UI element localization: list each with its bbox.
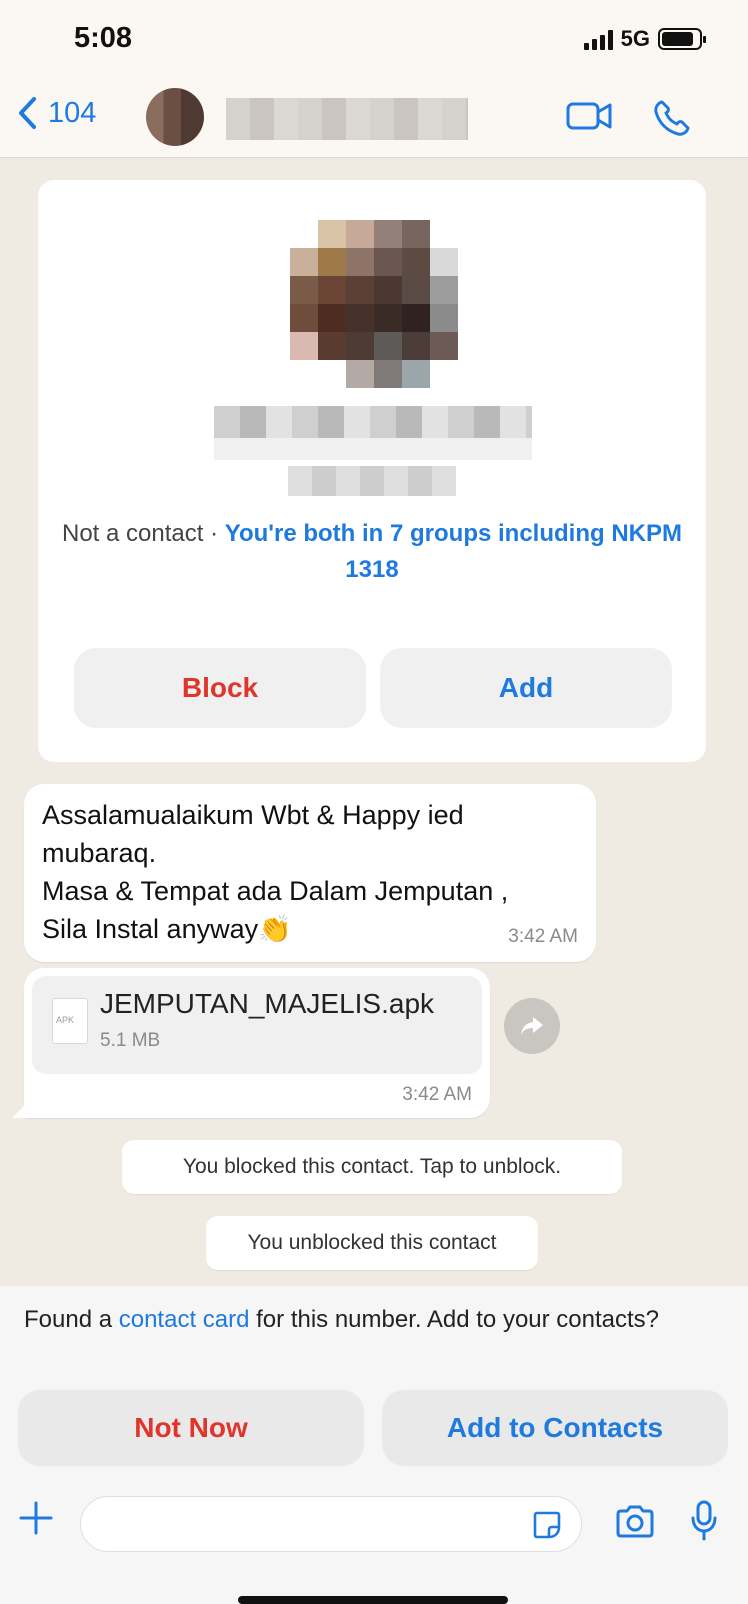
profile-name-redacted — [214, 406, 532, 438]
file-icon: APK — [52, 998, 88, 1044]
chat-header: 104 — [0, 80, 748, 158]
photo-pixel — [346, 220, 374, 248]
message-time: 3:42 AM — [508, 926, 578, 947]
photo-pixel — [290, 276, 318, 304]
photo-pixel — [290, 248, 318, 276]
file-name: JEMPUTAN_MAJELIS.apk — [100, 988, 435, 1019]
forward-button[interactable] — [504, 998, 560, 1054]
file-type-label: APK — [56, 1015, 75, 1025]
photo-pixel — [290, 360, 318, 388]
message-input[interactable] — [80, 1496, 582, 1552]
block-button[interactable]: Block — [74, 648, 366, 728]
photo-pixel — [374, 248, 402, 276]
message-bubble[interactable]: Assalamualaikum Wbt & Happy ied mubaraq.… — [24, 784, 596, 962]
contact-card-banner: Found a contact card for this number. Ad… — [0, 1286, 748, 1466]
photo-pixel — [374, 332, 402, 360]
contact-name-redacted[interactable] — [226, 98, 468, 140]
photo-pixel — [346, 248, 374, 276]
add-contact-button[interactable]: Add — [380, 648, 672, 728]
photo-pixel — [346, 304, 374, 332]
back-count: 104 — [48, 96, 97, 129]
contact-card-prompt: Found a contact card for this number. Ad… — [24, 1304, 724, 1336]
photo-pixel — [346, 276, 374, 304]
sticker-icon[interactable] — [531, 1509, 563, 1541]
separator: · — [210, 520, 219, 547]
network-label: 5G — [620, 26, 650, 51]
unblocked-notice: You unblocked this contact — [206, 1216, 538, 1270]
phone-icon[interactable] — [652, 98, 692, 138]
photo-pixel — [290, 332, 318, 360]
message-text: Assalamualaikum Wbt & Happy ied mubaraq.… — [42, 800, 509, 944]
file-attachment[interactable]: APK JEMPUTAN_MAJELIS.apk 5.1 MB — [32, 976, 482, 1074]
photo-pixel — [430, 360, 458, 388]
add-to-contacts-button[interactable]: Add to Contacts — [382, 1390, 728, 1466]
battery-icon — [658, 28, 706, 50]
profile-photo-redacted — [290, 220, 458, 388]
photo-pixel — [402, 360, 430, 388]
home-indicator — [238, 1596, 508, 1604]
banner-text-before: Found a — [24, 1306, 119, 1333]
photo-pixel — [318, 248, 346, 276]
photo-pixel — [430, 304, 458, 332]
chevron-left-icon — [19, 97, 36, 129]
photo-pixel — [402, 304, 430, 332]
status-time: 5:08 — [74, 22, 133, 54]
plus-icon[interactable] — [18, 1500, 54, 1536]
photo-pixel — [318, 304, 346, 332]
file-size: 5.1 MB — [100, 1030, 161, 1051]
photo-pixel — [402, 248, 430, 276]
photo-pixel — [374, 276, 402, 304]
photo-pixel — [318, 332, 346, 360]
photo-pixel — [430, 248, 458, 276]
blocked-notice[interactable]: You blocked this contact. Tap to unblock… — [122, 1140, 622, 1194]
chat-area[interactable]: Not a contact · You're both in 7 groups … — [0, 158, 748, 1286]
back-button[interactable]: 104 — [16, 96, 96, 130]
banner-text-after: for this number. Add to your contacts? — [249, 1306, 660, 1333]
message-composer — [0, 1466, 748, 1604]
photo-pixel — [290, 220, 318, 248]
signal-icon — [583, 28, 613, 50]
common-groups-link[interactable]: You're both in 7 groups including NKPM 1… — [225, 520, 682, 583]
contact-info-card: Not a contact · You're both in 7 groups … — [38, 180, 706, 762]
microphone-icon[interactable] — [690, 1500, 718, 1542]
photo-pixel — [374, 360, 402, 388]
video-call-icon[interactable] — [566, 98, 614, 134]
status-indicators: 5G — [583, 26, 706, 52]
camera-icon[interactable] — [614, 1504, 656, 1540]
status-bar: 5:08 5G — [0, 0, 748, 80]
photo-pixel — [430, 220, 458, 248]
contact-status-text: Not a contact · You're both in 7 groups … — [58, 516, 686, 588]
profile-name-redacted-lower — [214, 438, 532, 460]
battery-fill — [662, 32, 693, 46]
photo-pixel — [318, 220, 346, 248]
photo-pixel — [402, 220, 430, 248]
photo-pixel — [430, 332, 458, 360]
forward-icon — [521, 1017, 543, 1035]
photo-pixel — [402, 276, 430, 304]
photo-pixel — [374, 220, 402, 248]
photo-pixel — [346, 360, 374, 388]
photo-pixel — [402, 332, 430, 360]
contact-avatar[interactable] — [146, 88, 204, 146]
photo-pixel — [318, 360, 346, 388]
not-now-button[interactable]: Not Now — [18, 1390, 364, 1466]
contact-card-link[interactable]: contact card — [119, 1306, 250, 1333]
photo-pixel — [318, 276, 346, 304]
photo-pixel — [290, 304, 318, 332]
message-time: 3:42 AM — [402, 1084, 472, 1105]
file-message-bubble[interactable]: APK JEMPUTAN_MAJELIS.apk 5.1 MB 3:42 AM — [24, 968, 490, 1118]
photo-pixel — [346, 332, 374, 360]
photo-pixel — [374, 304, 402, 332]
profile-phone-redacted — [288, 466, 456, 496]
photo-pixel — [430, 276, 458, 304]
not-contact-label: Not a contact — [61, 520, 204, 547]
